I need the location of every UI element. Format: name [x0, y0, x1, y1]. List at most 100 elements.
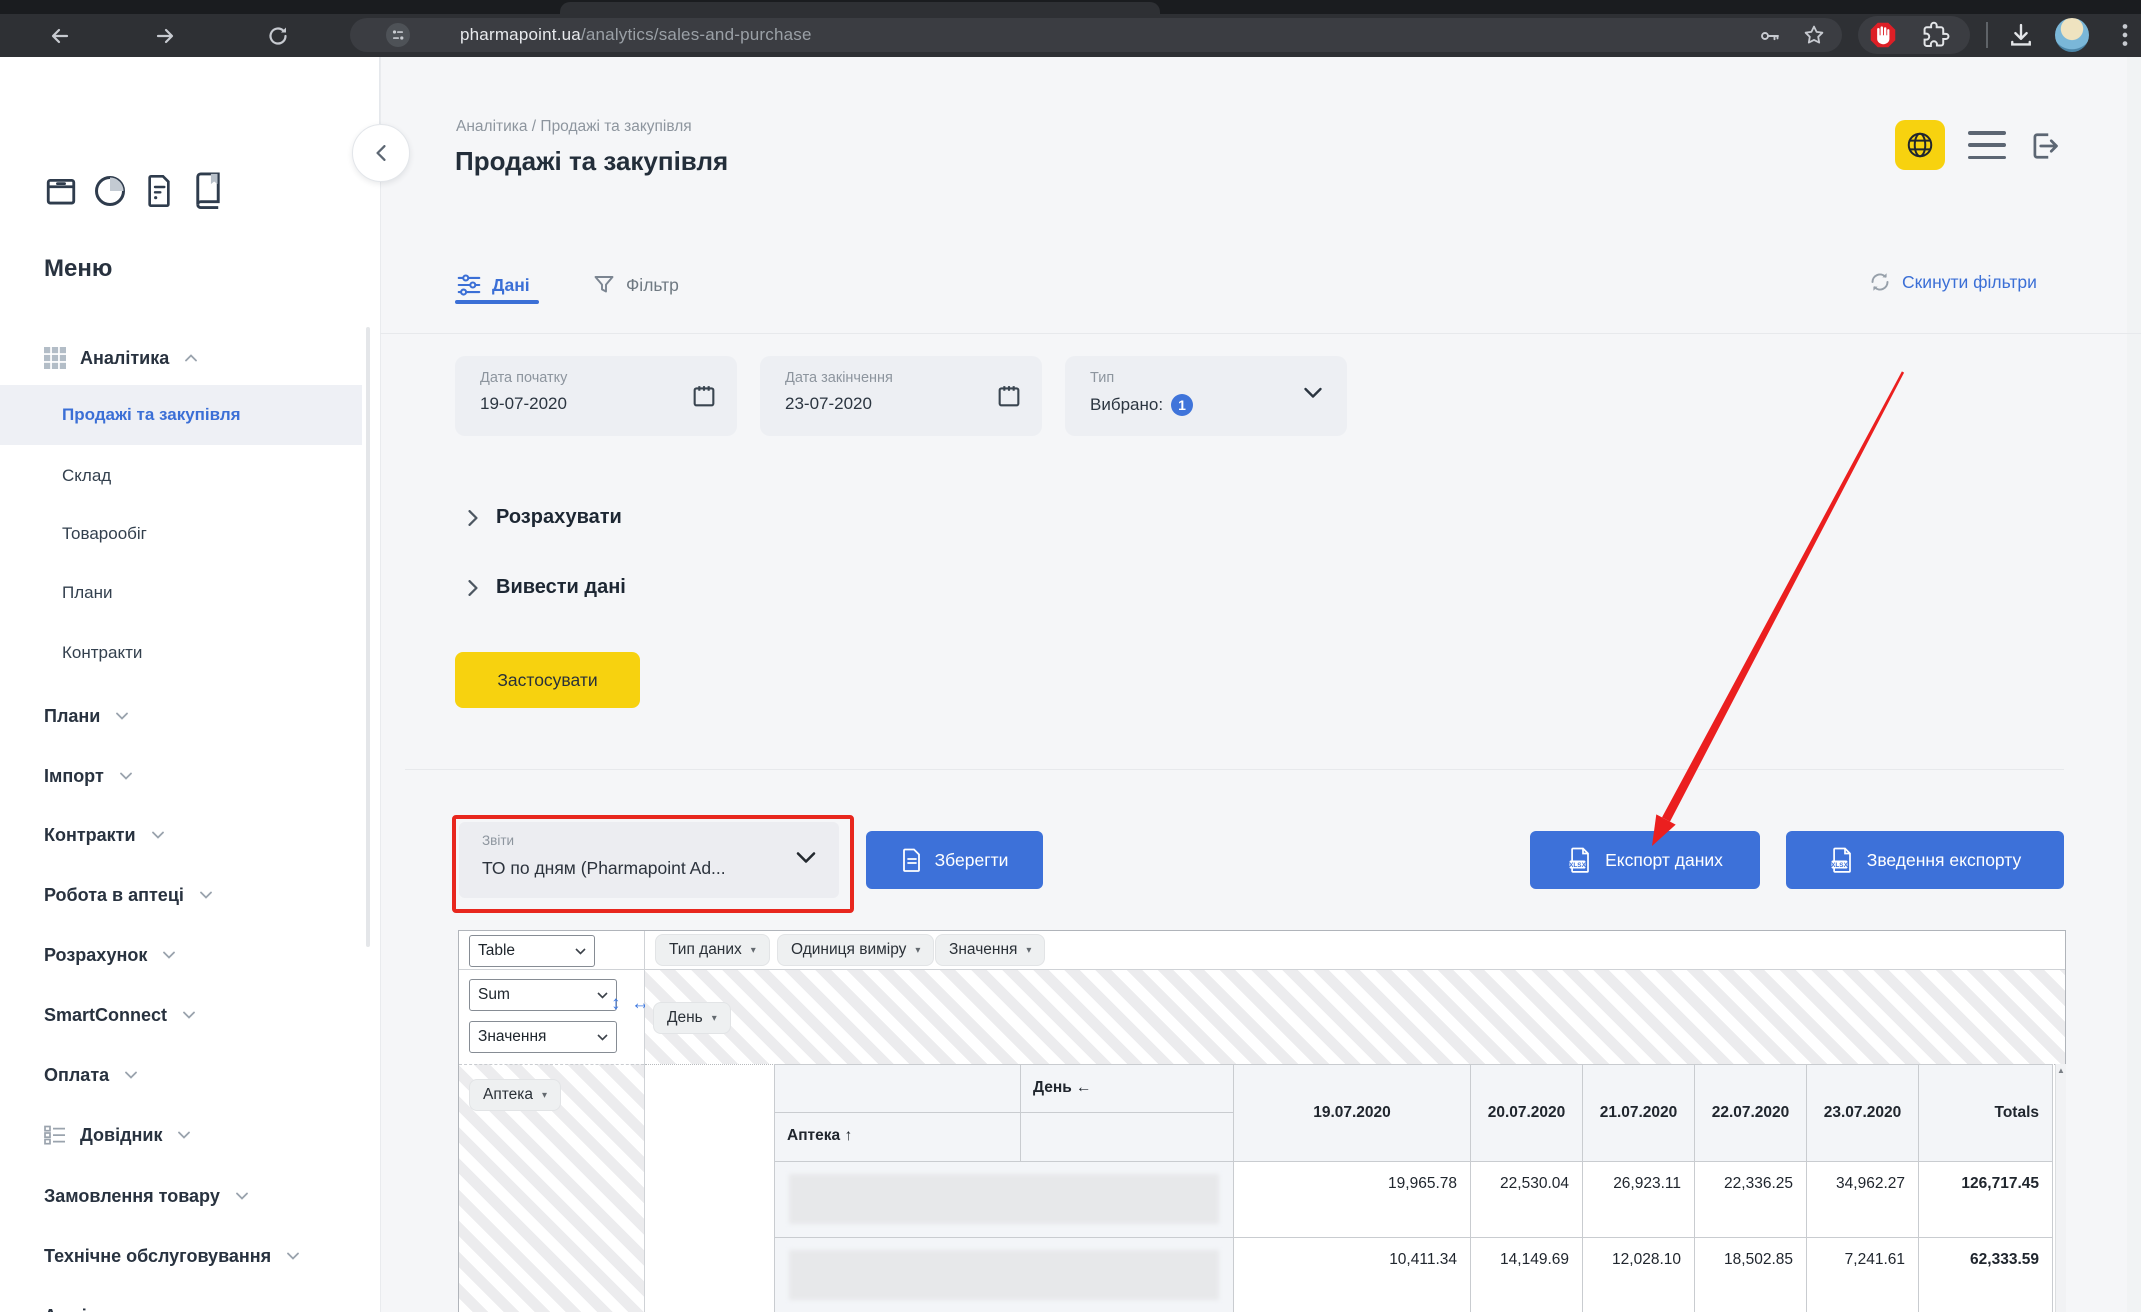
sidebar-item-label: SmartConnect: [44, 1005, 167, 1026]
export-data-button[interactable]: XLSX Експорт даних: [1530, 831, 1760, 889]
xlsx-file-icon: XLSX: [1567, 847, 1593, 873]
reports-label: Звіти: [482, 833, 514, 848]
downloads-icon[interactable]: [2006, 20, 2036, 50]
address-bar[interactable]: pharmapoint.ua/analytics/sales-and-purch…: [350, 18, 1842, 52]
breadcrumb[interactable]: Аналітика / Продажі та закупівля: [456, 118, 692, 136]
page-scrollbar[interactable]: [2127, 57, 2141, 1312]
column-header[interactable]: 19.07.2020: [1234, 1064, 1471, 1162]
url-text[interactable]: pharmapoint.ua/analytics/sales-and-purch…: [460, 25, 812, 45]
sidebar-item-sales-and-purchase[interactable]: Продажі та закупівля: [0, 385, 362, 445]
sidebar-item-label: Адмін: [44, 1306, 98, 1312]
reports-select[interactable]: Звіти ТО по дням (Pharmapoint Ad...: [459, 822, 839, 898]
sidebar-item-contracts[interactable]: Контракти: [44, 820, 164, 850]
select-caret-icon: [597, 992, 608, 999]
attribute-pill-unit[interactable]: Одиниця виміру▾: [777, 934, 934, 966]
sidebar-item-turnover[interactable]: Товарообіг: [62, 519, 147, 549]
archive-box-icon[interactable]: [44, 173, 78, 209]
browser-menu-icon[interactable]: [2112, 20, 2138, 50]
reset-filters-label: Скинути фільтри: [1902, 272, 2037, 293]
attribute-pill-pharmacy[interactable]: Аптека▾: [469, 1079, 561, 1111]
tab-filter[interactable]: Фільтр: [592, 262, 679, 308]
type-select-field[interactable]: Тип Вибрано:1: [1065, 356, 1347, 436]
site-settings-icon[interactable]: [385, 22, 411, 48]
date-end-value: 23-07-2020: [785, 394, 872, 414]
sidebar-item-smartconnect[interactable]: SmartConnect: [44, 1000, 195, 1030]
date-end-field[interactable]: Дата закінчення 23-07-2020: [760, 356, 1042, 436]
calendar-icon[interactable]: [995, 382, 1023, 410]
column-header-label: 23.07.2020: [1824, 1104, 1902, 1122]
row-total-cell: 126,717.45: [1919, 1162, 2053, 1238]
row-attributes-zone: Аптека▾: [459, 1064, 644, 1312]
caret-down-icon: ▾: [712, 1013, 717, 1024]
sidebar-item-calculation[interactable]: Розрахунок: [44, 940, 175, 970]
totals-header[interactable]: Totals: [1919, 1064, 2053, 1162]
column-header[interactable]: 21.07.2020: [1583, 1064, 1695, 1162]
sidebar-item-plans[interactable]: Плани: [44, 701, 128, 731]
sidebar-item-pharmacy-work[interactable]: Робота в аптеці: [44, 880, 212, 910]
language-globe-button[interactable]: [1895, 120, 1945, 170]
sidebar-collapse-button[interactable]: [352, 124, 410, 182]
column-header[interactable]: 23.07.2020: [1807, 1064, 1919, 1162]
browser-back-button[interactable]: [42, 22, 78, 50]
chevron-down-icon: [1303, 386, 1323, 400]
pie-chart-icon[interactable]: [92, 173, 128, 209]
attribute-pill-value[interactable]: Значення▾: [935, 934, 1045, 966]
sidebar-item-maintenance[interactable]: Технічне обслуговування: [44, 1241, 299, 1271]
value-cell: 34,962.27: [1807, 1162, 1919, 1238]
book-icon[interactable]: [190, 171, 226, 209]
apply-button[interactable]: Застосувати: [455, 652, 640, 708]
export-summary-button[interactable]: XLSX Зведення експорту: [1786, 831, 2064, 889]
column-header[interactable]: 20.07.2020: [1471, 1064, 1583, 1162]
renderer-select[interactable]: Table: [469, 935, 595, 967]
sidebar-item-payment[interactable]: Оплата: [44, 1060, 137, 1090]
sidebar-item-warehouse[interactable]: Склад: [62, 461, 111, 491]
bookmark-star-icon[interactable]: [1802, 23, 1826, 47]
reports-value: ТО по дням (Pharmapoint Ad...: [482, 858, 782, 879]
sidebar-item-directory[interactable]: Довідник: [44, 1120, 190, 1150]
table-scrollbar[interactable]: ▲: [2055, 1064, 2066, 1312]
attribute-pill-day[interactable]: День▾: [653, 1002, 731, 1034]
browser-active-tab[interactable]: [560, 2, 1160, 14]
extension-puzzle-icon[interactable]: [1922, 21, 1950, 49]
sidebar-sub-label: Контракти: [62, 643, 142, 663]
browser-forward-button[interactable]: [147, 22, 183, 50]
chevron-down-icon: [236, 1192, 248, 1200]
aggregator-select[interactable]: Sum: [469, 979, 617, 1011]
accordion-output-data[interactable]: Вивести дані: [468, 576, 626, 599]
calendar-icon[interactable]: [690, 382, 718, 410]
sidebar-item-contracts-sub[interactable]: Контракти: [62, 638, 142, 668]
pill-label: Значення: [949, 941, 1017, 959]
reset-filters-button[interactable]: Скинути фільтри: [1868, 270, 2037, 294]
browser-tab-strip: [0, 0, 2141, 14]
sidebar-item-analytics[interactable]: Аналітика: [44, 343, 197, 373]
attribute-pill-data-type[interactable]: Тип даних▾: [655, 934, 770, 966]
profile-avatar[interactable]: [2055, 18, 2089, 52]
aggregator-value-select[interactable]: Значення: [469, 1021, 617, 1053]
sidebar-scrollbar[interactable]: [366, 327, 370, 947]
sidebar-item-goods-order[interactable]: Замовлення товару: [44, 1181, 248, 1211]
logout-icon[interactable]: [2025, 128, 2061, 164]
password-key-icon[interactable]: [1758, 24, 1782, 48]
row-axis-header[interactable]: Аптека ↑: [774, 1113, 1021, 1162]
sidebar-item-import[interactable]: Імпорт: [44, 761, 132, 791]
vertical-order-arrow-icon[interactable]: ↕: [611, 993, 621, 1015]
accordion-calculate[interactable]: Розрахувати: [468, 506, 622, 529]
date-start-field[interactable]: Дата початку 19-07-2020: [455, 356, 737, 436]
app-screen: pharmapoint.ua/analytics/sales-and-purch…: [0, 0, 2141, 1312]
document-report-icon[interactable]: [143, 173, 175, 209]
sidebar-item-label: Аналітика: [80, 348, 169, 369]
column-axis-header[interactable]: День ←: [1021, 1064, 1234, 1113]
chevron-down-icon: [116, 712, 128, 720]
browser-reload-button[interactable]: [260, 22, 296, 50]
sidebar-item-admin[interactable]: Адмін: [44, 1301, 126, 1312]
column-header[interactable]: 22.07.2020: [1695, 1064, 1807, 1162]
adblock-extension-icon[interactable]: [1869, 21, 1897, 49]
save-button[interactable]: Зберегти: [866, 831, 1043, 889]
sidebar-border-line: [379, 57, 380, 124]
pivot-table: Table Тип даних▾ Одиниця виміру▾ Значенн…: [458, 930, 2066, 1312]
type-label: Тип: [1090, 370, 1114, 386]
main-menu-icon[interactable]: [1968, 131, 2006, 159]
sidebar-item-plans-sub[interactable]: Плани: [62, 578, 112, 608]
scroll-up-icon[interactable]: ▲: [2056, 1066, 2066, 1075]
xlsx-file-icon: XLSX: [1829, 847, 1855, 873]
